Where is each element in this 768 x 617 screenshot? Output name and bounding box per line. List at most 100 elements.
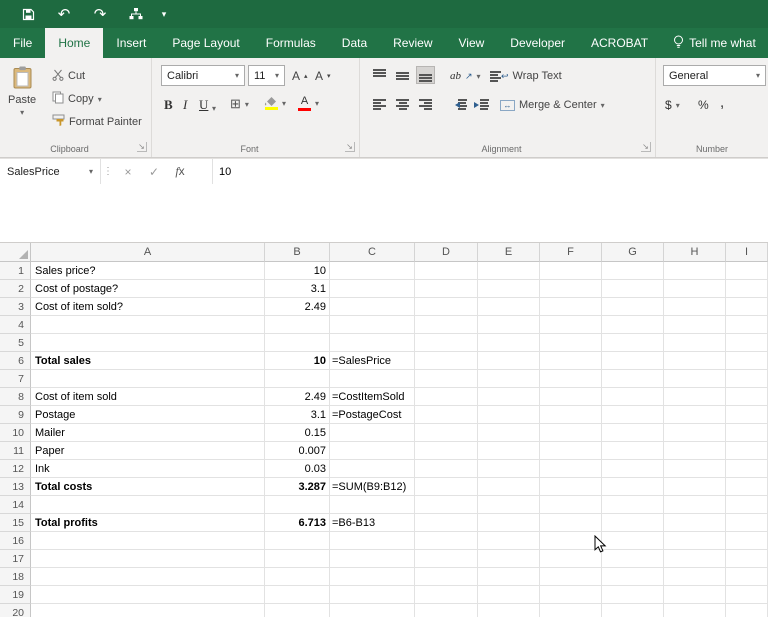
tab-page-layout[interactable]: Page Layout: [159, 28, 252, 58]
column-header-C[interactable]: C: [330, 243, 415, 262]
cancel-button[interactable]: ×: [115, 165, 141, 179]
cell-A12[interactable]: Ink: [31, 460, 265, 478]
row-header-9[interactable]: 9: [0, 406, 31, 424]
alignment-dialog-launcher-icon[interactable]: ↘: [641, 142, 651, 152]
name-box-dropdown-icon[interactable]: ▾: [89, 167, 93, 176]
cell-G4[interactable]: [602, 316, 664, 334]
cell-B1[interactable]: 10: [265, 262, 330, 280]
cell-D7[interactable]: [415, 370, 478, 388]
cell-C18[interactable]: [330, 568, 415, 586]
cell-B20[interactable]: [265, 604, 330, 617]
tab-review[interactable]: Review: [380, 28, 445, 58]
cell-H5[interactable]: [664, 334, 726, 352]
cell-H16[interactable]: [664, 532, 726, 550]
currency-format-button[interactable]: $ ▾: [665, 95, 680, 115]
cell-A16[interactable]: [31, 532, 265, 550]
cell-F18[interactable]: [540, 568, 602, 586]
font-dialog-launcher-icon[interactable]: ↘: [345, 142, 355, 152]
fill-color-dropdown-icon[interactable]: ▾: [282, 99, 286, 108]
cell-I14[interactable]: [726, 496, 768, 514]
copy-dropdown-icon[interactable]: ▾: [98, 95, 102, 104]
cell-B3[interactable]: 2.49: [265, 298, 330, 316]
cell-A15[interactable]: Total profits: [31, 514, 265, 532]
cell-C20[interactable]: [330, 604, 415, 617]
font-color-button[interactable]: A ▾: [298, 93, 319, 113]
cell-I19[interactable]: [726, 586, 768, 604]
cell-G13[interactable]: [602, 478, 664, 496]
cell-F16[interactable]: [540, 532, 602, 550]
cell-C19[interactable]: [330, 586, 415, 604]
middle-align-button[interactable]: [393, 66, 412, 84]
align-center-button[interactable]: [393, 95, 412, 113]
cell-F20[interactable]: [540, 604, 602, 617]
tell-me-box[interactable]: Tell me what: [673, 28, 756, 58]
cell-E16[interactable]: [478, 532, 540, 550]
cell-G12[interactable]: [602, 460, 664, 478]
font-name-dropdown-icon[interactable]: ▾: [235, 71, 239, 80]
column-header-E[interactable]: E: [478, 243, 540, 262]
comma-format-button[interactable]: ,: [720, 92, 724, 112]
cell-H7[interactable]: [664, 370, 726, 388]
font-color-dropdown-icon[interactable]: ▾: [315, 99, 319, 108]
cell-B7[interactable]: [265, 370, 330, 388]
cell-D11[interactable]: [415, 442, 478, 460]
cell-B4[interactable]: [265, 316, 330, 334]
row-header-8[interactable]: 8: [0, 388, 31, 406]
cell-H4[interactable]: [664, 316, 726, 334]
cell-A10[interactable]: Mailer: [31, 424, 265, 442]
cell-I16[interactable]: [726, 532, 768, 550]
cell-F2[interactable]: [540, 280, 602, 298]
cell-A19[interactable]: [31, 586, 265, 604]
cell-A17[interactable]: [31, 550, 265, 568]
cell-F6[interactable]: [540, 352, 602, 370]
cell-C11[interactable]: [330, 442, 415, 460]
cell-F5[interactable]: [540, 334, 602, 352]
cell-C4[interactable]: [330, 316, 415, 334]
column-header-H[interactable]: H: [664, 243, 726, 262]
cell-I2[interactable]: [726, 280, 768, 298]
align-left-button[interactable]: [370, 95, 389, 113]
quick-access-dropdown-icon[interactable]: ▾: [154, 1, 174, 27]
cell-H19[interactable]: [664, 586, 726, 604]
merge-center-dropdown-icon[interactable]: ▾: [601, 101, 605, 110]
formula-bar-expanded-area[interactable]: [0, 184, 768, 243]
underline-dropdown-icon[interactable]: ▾: [212, 98, 216, 118]
top-align-button[interactable]: [370, 66, 389, 84]
cell-F14[interactable]: [540, 496, 602, 514]
cell-E7[interactable]: [478, 370, 540, 388]
cell-D8[interactable]: [415, 388, 478, 406]
cell-E4[interactable]: [478, 316, 540, 334]
clipboard-dialog-launcher-icon[interactable]: ↘: [137, 142, 147, 152]
cell-H1[interactable]: [664, 262, 726, 280]
fill-color-button[interactable]: ▾: [264, 93, 286, 113]
cell-D3[interactable]: [415, 298, 478, 316]
cell-G11[interactable]: [602, 442, 664, 460]
cell-D9[interactable]: [415, 406, 478, 424]
cell-I5[interactable]: [726, 334, 768, 352]
column-header-D[interactable]: D: [415, 243, 478, 262]
format-painter-button[interactable]: Format Painter: [52, 112, 142, 132]
bold-button[interactable]: B: [164, 95, 173, 115]
cell-D12[interactable]: [415, 460, 478, 478]
row-header-4[interactable]: 4: [0, 316, 31, 334]
cell-I20[interactable]: [726, 604, 768, 617]
cell-G19[interactable]: [602, 586, 664, 604]
cell-D16[interactable]: [415, 532, 478, 550]
cell-C5[interactable]: [330, 334, 415, 352]
cell-A7[interactable]: [31, 370, 265, 388]
cell-G14[interactable]: [602, 496, 664, 514]
cell-D20[interactable]: [415, 604, 478, 617]
tab-view[interactable]: View: [446, 28, 498, 58]
decrease-indent-button[interactable]: [450, 95, 469, 113]
cell-H12[interactable]: [664, 460, 726, 478]
cell-G17[interactable]: [602, 550, 664, 568]
merge-center-button[interactable]: ↔ Merge & Center ▾: [500, 95, 605, 115]
redo-icon[interactable]: ↷: [82, 1, 118, 27]
cell-A11[interactable]: Paper: [31, 442, 265, 460]
cell-A1[interactable]: Sales price?: [31, 262, 265, 280]
cell-E1[interactable]: [478, 262, 540, 280]
cell-E15[interactable]: [478, 514, 540, 532]
cell-D19[interactable]: [415, 586, 478, 604]
cell-F3[interactable]: [540, 298, 602, 316]
insert-function-button[interactable]: fx: [167, 164, 193, 179]
